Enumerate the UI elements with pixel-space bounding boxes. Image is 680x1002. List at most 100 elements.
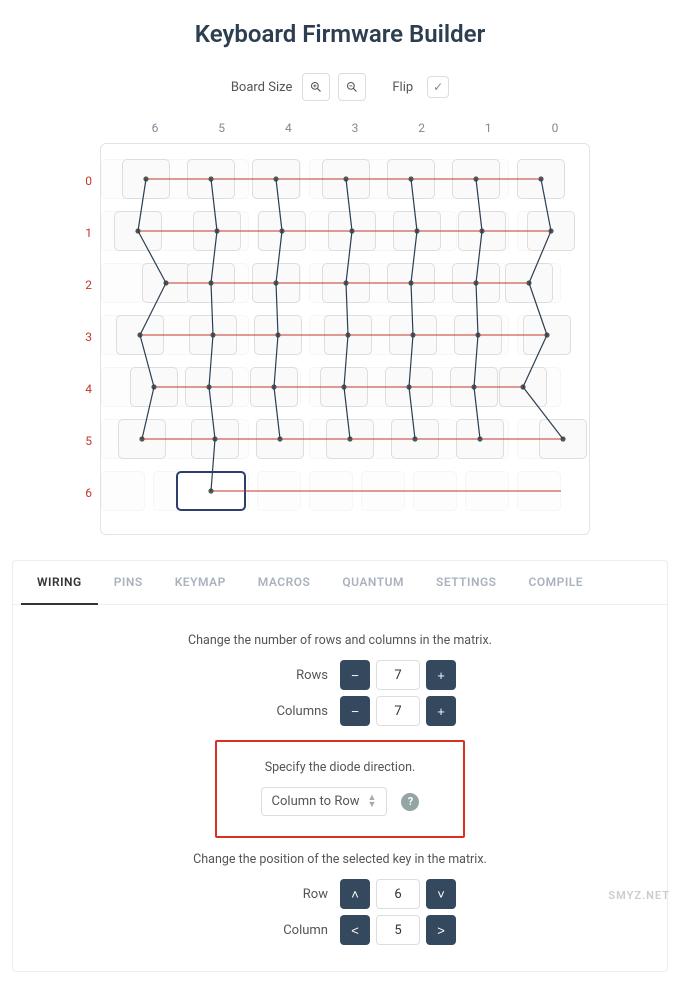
tabs-bar: WIRINGPINSKEYMAPMACROSQUANTUMSETTINGSCOM… bbox=[13, 561, 667, 605]
row-label: 3 bbox=[70, 311, 100, 363]
board-size-label: Board Size bbox=[231, 80, 293, 95]
key-cell[interactable] bbox=[258, 211, 306, 251]
tab-wiring[interactable]: WIRING bbox=[21, 561, 98, 605]
tab-macros[interactable]: MACROS bbox=[242, 561, 327, 604]
minus-icon: − bbox=[351, 668, 359, 683]
columns-decrement-button[interactable]: − bbox=[340, 696, 370, 726]
zoom-out-icon bbox=[346, 81, 358, 93]
key-cell[interactable] bbox=[252, 263, 300, 303]
flip-checkbox[interactable]: ✓ bbox=[427, 76, 449, 98]
key-cell[interactable] bbox=[324, 315, 372, 355]
row-label: 0 bbox=[70, 155, 100, 207]
grid-filler bbox=[361, 471, 405, 511]
key-cell[interactable] bbox=[517, 159, 565, 199]
rows-increment-button[interactable]: + bbox=[426, 660, 456, 690]
key-cell[interactable] bbox=[328, 211, 376, 251]
column-left-button[interactable]: ˂ bbox=[340, 915, 370, 945]
key-cell[interactable] bbox=[187, 263, 235, 303]
column-value: 5 bbox=[376, 915, 420, 945]
grid-filler bbox=[413, 471, 457, 511]
row-label: 6 bbox=[70, 467, 100, 519]
key-cell[interactable] bbox=[505, 263, 553, 303]
key-cell[interactable] bbox=[193, 211, 241, 251]
key-cell[interactable] bbox=[189, 315, 237, 355]
key-cell[interactable] bbox=[458, 211, 506, 251]
col-label: 0 bbox=[530, 121, 580, 135]
key-cell[interactable] bbox=[252, 159, 300, 199]
col-label: 1 bbox=[463, 121, 513, 135]
key-cell[interactable] bbox=[454, 315, 502, 355]
plus-icon: + bbox=[437, 668, 445, 683]
key-cell[interactable] bbox=[118, 419, 166, 459]
key-cell[interactable] bbox=[176, 471, 246, 511]
key-cell[interactable] bbox=[254, 315, 302, 355]
column-right-button[interactable]: ˃ bbox=[426, 915, 456, 945]
zoom-out-button[interactable] bbox=[338, 73, 366, 101]
plus-icon: + bbox=[437, 704, 445, 719]
key-cell[interactable] bbox=[391, 419, 439, 459]
position-instruction: Change the position of the selected key … bbox=[23, 852, 657, 867]
key-cell[interactable] bbox=[250, 367, 298, 407]
key-cell[interactable] bbox=[499, 367, 547, 407]
key-cell[interactable] bbox=[385, 367, 433, 407]
matrix-grid[interactable] bbox=[111, 154, 581, 524]
key-cell[interactable] bbox=[389, 315, 437, 355]
key-cell[interactable] bbox=[539, 419, 587, 459]
matrix-view: 6 5 4 3 2 1 0 0 1 2 3 4 5 6 bbox=[70, 121, 610, 535]
key-cell[interactable] bbox=[326, 419, 374, 459]
tab-pins[interactable]: PINS bbox=[98, 561, 159, 604]
columns-increment-button[interactable]: + bbox=[426, 696, 456, 726]
key-cell[interactable] bbox=[450, 367, 498, 407]
flip-label: Flip bbox=[392, 80, 413, 95]
config-panel: WIRINGPINSKEYMAPMACROSQUANTUMSETTINGSCOM… bbox=[12, 560, 668, 972]
key-cell[interactable] bbox=[523, 315, 571, 355]
tab-compile[interactable]: COMPILE bbox=[513, 561, 600, 604]
key-cell[interactable] bbox=[393, 211, 441, 251]
columns-label: Columns bbox=[224, 704, 334, 719]
diode-direction-select[interactable]: Column to Row ▲▼ bbox=[261, 787, 388, 816]
grid-filler bbox=[101, 471, 145, 511]
tab-settings[interactable]: SETTINGS bbox=[420, 561, 513, 604]
col-label: 3 bbox=[330, 121, 380, 135]
key-cell[interactable] bbox=[185, 367, 233, 407]
help-icon[interactable]: ? bbox=[401, 793, 419, 811]
tab-keymap[interactable]: KEYMAP bbox=[159, 561, 242, 604]
grid-filler bbox=[309, 471, 353, 511]
page-title: Keyboard Firmware Builder bbox=[0, 20, 680, 48]
key-cell[interactable] bbox=[114, 211, 162, 251]
key-cell[interactable] bbox=[452, 159, 500, 199]
key-cell[interactable] bbox=[142, 263, 190, 303]
row-label: 2 bbox=[70, 259, 100, 311]
key-cell[interactable] bbox=[322, 159, 370, 199]
key-cell[interactable] bbox=[191, 419, 239, 459]
row-up-button[interactable]: ˄ bbox=[340, 879, 370, 909]
key-cell[interactable] bbox=[456, 419, 504, 459]
key-cell[interactable] bbox=[320, 367, 368, 407]
matrix-grid-container bbox=[100, 143, 590, 535]
row-label: Row bbox=[224, 887, 334, 902]
chevron-left-icon: ˂ bbox=[351, 923, 359, 938]
key-cell[interactable] bbox=[187, 159, 235, 199]
select-arrows-icon: ▲▼ bbox=[368, 795, 377, 809]
chevron-right-icon: ˃ bbox=[437, 923, 445, 938]
chevron-up-icon: ˄ bbox=[351, 887, 359, 902]
watermark: SMYZ.NET bbox=[608, 889, 670, 902]
key-cell[interactable] bbox=[130, 367, 178, 407]
key-cell[interactable] bbox=[322, 263, 370, 303]
diode-instruction: Specify the diode direction. bbox=[227, 760, 453, 775]
key-cell[interactable] bbox=[452, 263, 500, 303]
rows-decrement-button[interactable]: − bbox=[340, 660, 370, 690]
key-cell[interactable] bbox=[387, 159, 435, 199]
key-cell[interactable] bbox=[387, 263, 435, 303]
tab-quantum[interactable]: QUANTUM bbox=[326, 561, 420, 604]
key-cell[interactable] bbox=[256, 419, 304, 459]
column-label: Column bbox=[224, 923, 334, 938]
grid-filler bbox=[101, 263, 145, 303]
key-cell[interactable] bbox=[116, 315, 164, 355]
key-cell[interactable] bbox=[527, 211, 575, 251]
zoom-in-icon bbox=[310, 81, 322, 93]
key-cell[interactable] bbox=[122, 159, 170, 199]
row-labels: 0 1 2 3 4 5 6 bbox=[70, 143, 100, 535]
zoom-in-button[interactable] bbox=[302, 73, 330, 101]
row-down-button[interactable]: ˅ bbox=[426, 879, 456, 909]
